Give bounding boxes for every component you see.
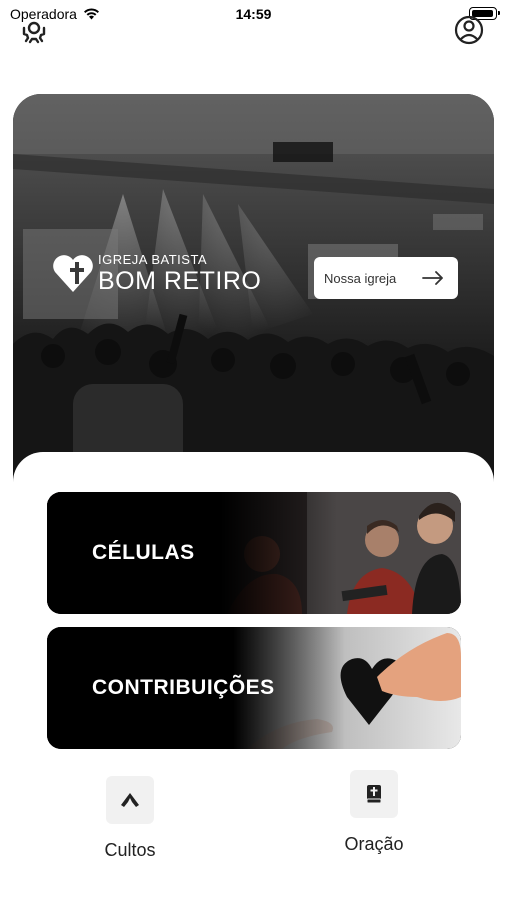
praying-hands-icon [121, 793, 139, 807]
prayer-icon-box[interactable] [350, 770, 398, 818]
our-church-label: Nossa igreja [324, 270, 397, 286]
user-profile-icon[interactable] [453, 14, 485, 46]
logo-line-1: IGREJA BATISTA [98, 251, 208, 267]
contributions-label: CONTRIBUIÇÕES [92, 676, 275, 699]
logo-line-2: BOM RETIRO [98, 266, 262, 295]
settings-gear-icon[interactable] [18, 14, 50, 46]
clock: 14:59 [235, 6, 272, 22]
status-bar: Operadora 14:59 [0, 0, 507, 28]
services-icon-box[interactable] [106, 776, 154, 824]
our-church-button[interactable]: Nossa igreja [314, 257, 458, 299]
bible-book-icon [366, 785, 382, 804]
hero-banner: IGREJA BATISTA BOM RETIRO Nossa igreja [13, 94, 494, 494]
services-label: Cultos [104, 840, 156, 860]
contributions-card[interactable]: CONTRIBUIÇÕES [47, 627, 461, 749]
cells-card[interactable]: CÉLULAS [47, 492, 461, 614]
prayer-action[interactable]: Oração [314, 770, 434, 855]
cells-label: CÉLULAS [92, 541, 195, 564]
church-logo: IGREJA BATISTA BOM RETIRO [50, 250, 261, 296]
prayer-label: Oração [344, 834, 404, 854]
services-action[interactable]: Cultos [70, 776, 190, 861]
arrow-right-icon [422, 271, 443, 285]
heart-cross-icon [53, 255, 93, 292]
